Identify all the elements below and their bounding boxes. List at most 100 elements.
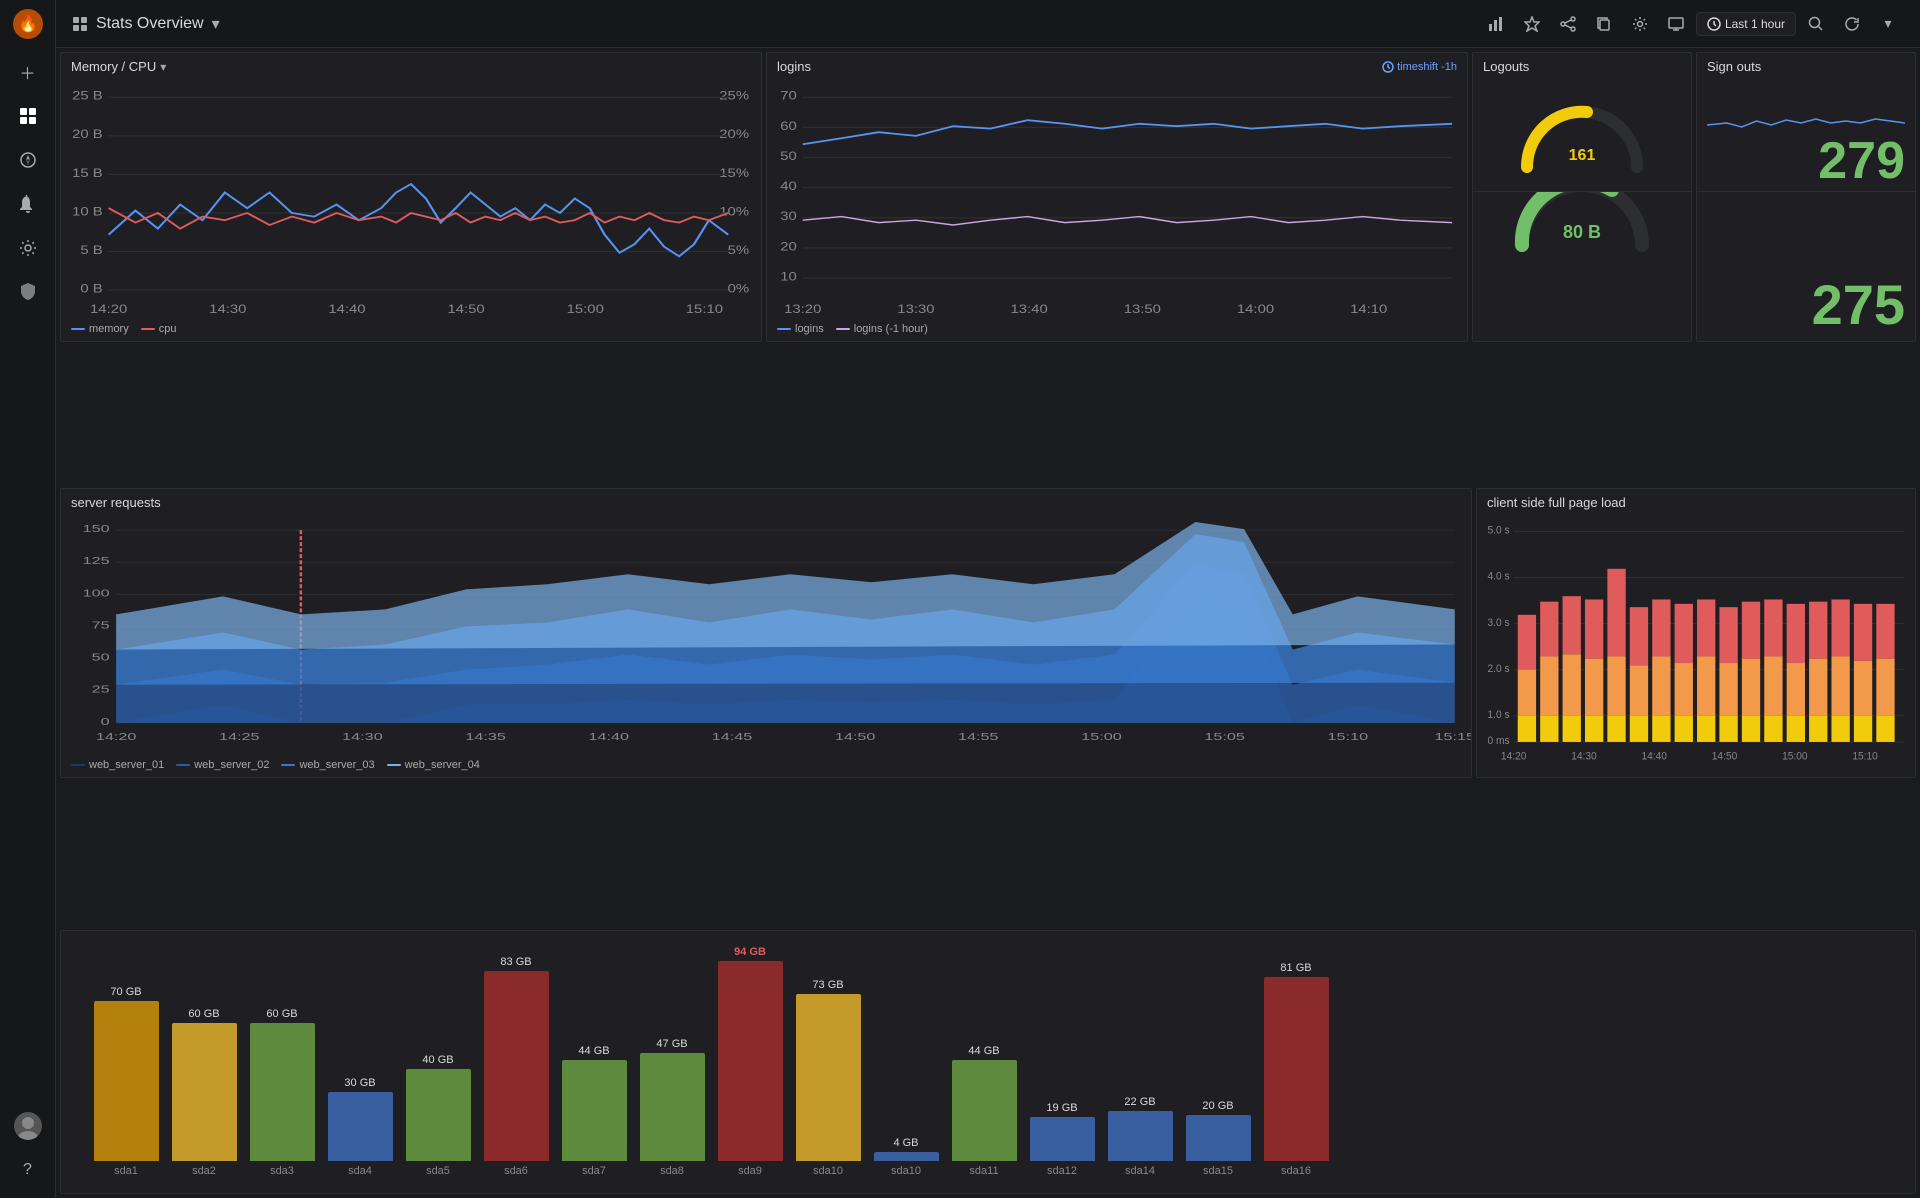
search-button[interactable] (1800, 8, 1832, 40)
legend-ws04: web_server_04 (387, 759, 480, 771)
server-requests-chart: 150 125 100 75 50 25 0 (61, 514, 1471, 755)
svg-text:150: 150 (83, 523, 110, 534)
svg-text:70: 70 (780, 89, 797, 102)
logins-chart: 70 60 50 40 30 20 10 (767, 78, 1467, 319)
add-icon[interactable]: ＋ (8, 52, 48, 92)
disk-bar-sda12: 44 GB sda11 (949, 1045, 1019, 1177)
logins-body: 70 60 50 40 30 20 10 (767, 78, 1467, 319)
server-requests-panel: server requests 150 125 100 75 50 25 0 (60, 488, 1472, 778)
dashboard-icon[interactable] (8, 96, 48, 136)
svg-text:25: 25 (92, 684, 110, 695)
share-button[interactable] (1552, 8, 1584, 40)
sign-outs-header: Sign outs (1697, 53, 1915, 78)
svg-text:15:05: 15:05 (1204, 731, 1245, 742)
svg-text:50: 50 (780, 149, 797, 162)
server-requests-header: server requests (61, 489, 1471, 514)
memory-cpu-title: Memory / CPU (71, 59, 156, 74)
sign-outs-title: Sign outs (1707, 59, 1761, 74)
svg-text:15 B: 15 B (72, 166, 103, 179)
page-title-area: Stats Overview ▾ (72, 14, 220, 34)
time-range-picker[interactable]: Last 1 hour (1696, 12, 1796, 36)
disk-bar-sda8: 47 GB sda8 (637, 1038, 707, 1177)
legend-ws02: web_server_02 (176, 759, 269, 771)
svg-text:5.0 s: 5.0 s (1488, 524, 1510, 536)
chart-type-button[interactable] (1480, 8, 1512, 40)
svg-text:15:15: 15:15 (1435, 731, 1471, 742)
logouts-title: Logouts (1483, 59, 1529, 74)
copy-button[interactable] (1588, 8, 1620, 40)
legend-ws03: web_server_03 (281, 759, 374, 771)
page-load-chart: 5.0 s 4.0 s 3.0 s 2.0 s 1.0 s 0 ms (1477, 514, 1915, 777)
svg-text:14:30: 14:30 (209, 302, 246, 315)
refresh-dropdown-button[interactable]: ▾ (1872, 8, 1904, 40)
app-logo[interactable]: 🔥 (12, 8, 44, 40)
legend-logins-1h: logins (-1 hour) (836, 323, 928, 335)
svg-text:40: 40 (780, 179, 797, 192)
disk-bar-sda7: 44 GB sda7 (559, 1045, 629, 1177)
legend-ws01: web_server_01 (71, 759, 164, 771)
help-icon[interactable]: ? (8, 1150, 48, 1190)
row-3: 70 GB sda1 60 GB sda2 60 GB sda3 (60, 930, 1916, 1194)
sign-outs-sparkline (1707, 85, 1905, 135)
disk-bar-sda14: 22 GB sda14 (1105, 1096, 1175, 1177)
svg-text:15:10: 15:10 (1328, 731, 1369, 742)
legend-cpu: cpu (141, 323, 177, 335)
svg-text:14:30: 14:30 (1571, 750, 1597, 762)
svg-text:5 B: 5 B (80, 243, 102, 256)
user-avatar[interactable] (8, 1106, 48, 1146)
topnav: Stats Overview ▾ Last (56, 0, 1920, 48)
topnav-actions: Last 1 hour ▾ (1480, 8, 1904, 40)
bell-icon[interactable] (8, 184, 48, 224)
svg-text:10: 10 (780, 270, 797, 283)
page-load-header: client side full page load (1477, 489, 1915, 514)
title-dropdown-icon[interactable]: ▾ (212, 14, 220, 34)
grid-icon (72, 16, 88, 32)
svg-text:60: 60 (780, 119, 797, 132)
svg-text:80 B: 80 B (1563, 222, 1601, 242)
svg-text:14:20: 14:20 (96, 731, 137, 742)
logouts-body: 161 (1473, 78, 1691, 191)
svg-text:14:00: 14:00 (1237, 302, 1274, 315)
sign-outs-panel: Sign outs 279 (1696, 52, 1916, 192)
disk-bar-sda9: 94 GB sda9 (715, 947, 785, 1177)
sign-ups-value: 275 (1812, 277, 1905, 333)
svg-text:15:10: 15:10 (686, 302, 723, 315)
compass-icon[interactable] (8, 140, 48, 180)
svg-text:14:50: 14:50 (1712, 750, 1738, 762)
svg-text:14:30: 14:30 (342, 731, 383, 742)
svg-text:🔥: 🔥 (18, 14, 38, 33)
logins-header: logins timeshift -1h (767, 53, 1467, 78)
sign-outs-value: 279 (1818, 135, 1905, 187)
refresh-button[interactable] (1836, 8, 1868, 40)
svg-text:4.0 s: 4.0 s (1488, 570, 1510, 582)
svg-text:25%: 25% (719, 89, 749, 102)
tv-button[interactable] (1660, 8, 1692, 40)
svg-text:14:40: 14:40 (1642, 750, 1668, 762)
disk-bar-sda3: 60 GB sda3 (247, 1008, 317, 1177)
logins-panel: logins timeshift -1h 70 60 50 40 30 20 1 (766, 52, 1468, 342)
shield-icon[interactable] (8, 272, 48, 312)
logouts-gauge-svg: 161 (1517, 92, 1647, 177)
svg-text:25 B: 25 B (72, 89, 103, 102)
legend-logins: logins (777, 323, 824, 335)
main-content: Stats Overview ▾ Last (56, 0, 1920, 1198)
star-button[interactable] (1516, 8, 1548, 40)
svg-text:14:10: 14:10 (1350, 302, 1387, 315)
svg-text:10%: 10% (719, 205, 749, 218)
svg-text:10 B: 10 B (72, 205, 103, 218)
sign-outs-body: 279 (1697, 78, 1915, 191)
settings-button[interactable] (1624, 8, 1656, 40)
disk-bar-sda13: 19 GB sda12 (1027, 1102, 1097, 1177)
svg-text:14:20: 14:20 (1501, 750, 1527, 762)
svg-text:0: 0 (101, 716, 110, 727)
disk-bar-sda15: 20 GB sda15 (1183, 1100, 1253, 1177)
svg-text:14:35: 14:35 (465, 731, 506, 742)
disk-bar-sda6: 83 GB sda6 (481, 956, 551, 1177)
memory-cpu-header: Memory / CPU ▾ (61, 53, 761, 78)
svg-text:0%: 0% (728, 282, 750, 295)
timeshift-badge: timeshift -1h (1382, 61, 1457, 73)
svg-text:1.0 s: 1.0 s (1488, 709, 1510, 721)
gear-icon[interactable] (8, 228, 48, 268)
memory-cpu-dropdown[interactable]: ▾ (160, 60, 166, 74)
logins-legend: logins logins (-1 hour) (767, 319, 1467, 341)
